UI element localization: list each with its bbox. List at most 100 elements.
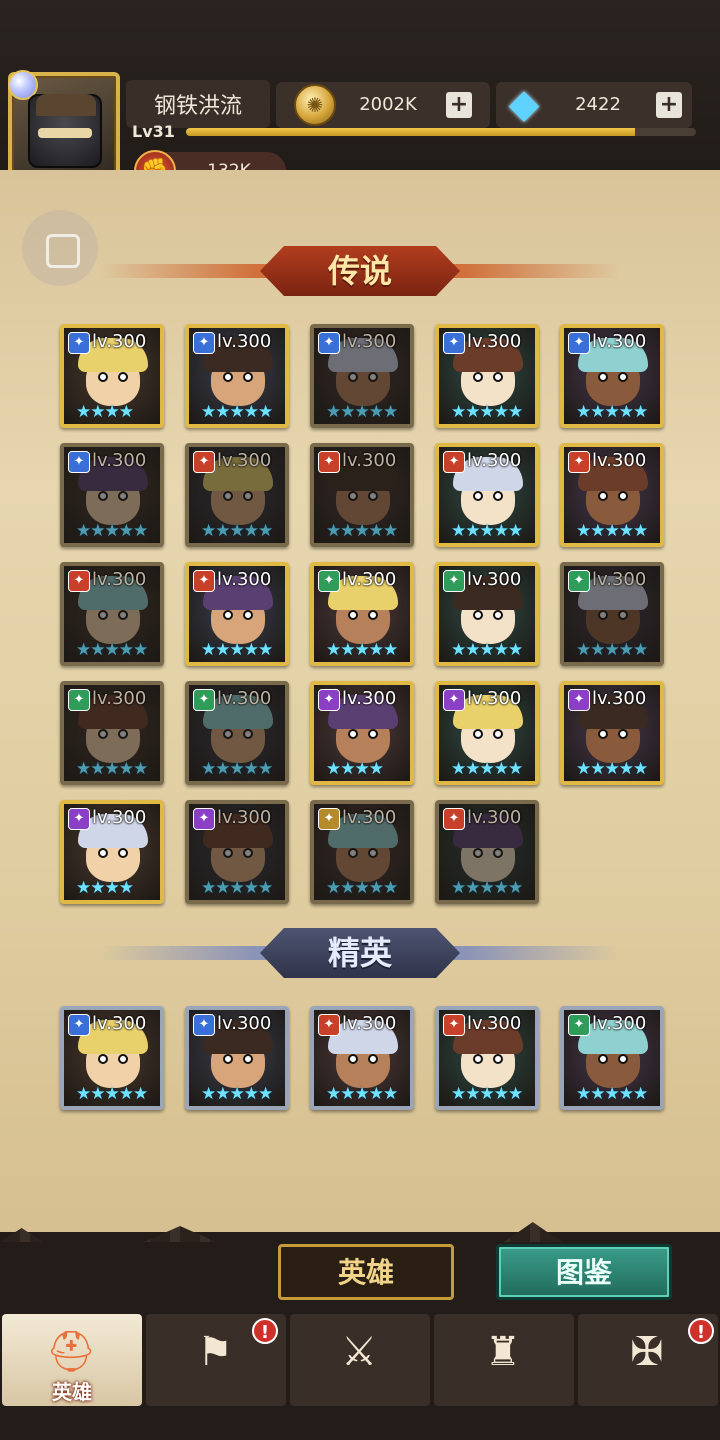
- nav-castle[interactable]: ♜: [434, 1314, 574, 1406]
- hero-stars: ★★★★★: [326, 402, 398, 422]
- hero-eye: [618, 1054, 628, 1064]
- hero-eye: [473, 729, 483, 739]
- hero-level: lv.300: [467, 331, 522, 352]
- hero-card[interactable]: ✦ lv.300 ★★★★★: [435, 1006, 539, 1110]
- hero-stars: ★★★★★: [76, 521, 148, 541]
- hero-stars: ★★★★★: [576, 640, 648, 660]
- guild-emblem-icon: ✠: [630, 1329, 664, 1375]
- hero-stars: ★★★★★: [201, 402, 273, 422]
- hero-eye: [118, 372, 128, 382]
- hero-card[interactable]: ✦ lv.300 ★★★★★: [310, 800, 414, 904]
- hero-stars: ★★★★★: [326, 1084, 398, 1104]
- hero-eye: [118, 1054, 128, 1064]
- hero-stars: ★★★★★: [451, 759, 523, 779]
- nav-expedition[interactable]: ⚑ !: [146, 1314, 286, 1406]
- flag-icon: ⚑: [197, 1329, 233, 1375]
- hero-class-icon: ✦: [568, 1014, 590, 1036]
- hero-stars: ★★★★: [326, 759, 384, 779]
- hero-class-icon: ✦: [318, 808, 340, 830]
- hero-class-icon: ✦: [443, 332, 465, 354]
- hero-level: lv.300: [217, 569, 272, 590]
- hero-card[interactable]: ✦ lv.300 ★★★★★: [60, 1006, 164, 1110]
- hero-card[interactable]: ✦ lv.300 ★★★★★: [185, 562, 289, 666]
- hero-level: lv.300: [467, 569, 522, 590]
- hero-eye: [368, 610, 378, 620]
- hero-eye: [348, 729, 358, 739]
- hero-card[interactable]: ✦ lv.300 ★★★★★: [435, 562, 539, 666]
- hero-class-icon: ✦: [68, 1014, 90, 1036]
- hero-stars: ★★★★★: [201, 1084, 273, 1104]
- alert-badge-icon: !: [252, 1318, 278, 1344]
- nav-battle[interactable]: ⚔: [290, 1314, 430, 1406]
- hero-level: lv.300: [592, 569, 647, 590]
- hero-eye: [223, 610, 233, 620]
- hero-eye: [243, 1054, 253, 1064]
- hero-stars: ★★★★: [76, 402, 134, 422]
- hero-card[interactable]: ✦ lv.300 ★★★★★: [185, 800, 289, 904]
- hero-card[interactable]: ✦ lv.300 ★★★★★: [560, 681, 664, 785]
- castle-icon: ♜: [485, 1329, 521, 1375]
- xp-fill: [186, 128, 635, 136]
- player-level: Lv31: [132, 122, 175, 141]
- hero-card[interactable]: ✦ lv.300 ★★★★★: [310, 562, 414, 666]
- hero-card[interactable]: ✦ lv.300 ★★★★★: [435, 800, 539, 904]
- hero-level: lv.300: [467, 450, 522, 471]
- hero-level: lv.300: [342, 688, 397, 709]
- add-gold-button[interactable]: +: [446, 92, 472, 118]
- hero-card[interactable]: ✦ lv.300 ★★★★★: [560, 443, 664, 547]
- hero-card[interactable]: ✦ lv.300 ★★★★★: [560, 1006, 664, 1110]
- hero-card[interactable]: ✦ lv.300 ★★★★: [310, 681, 414, 785]
- hero-eye: [368, 729, 378, 739]
- hero-stars: ★★★★★: [326, 521, 398, 541]
- xp-bar: [186, 128, 696, 136]
- hero-class-icon: ✦: [568, 689, 590, 711]
- hero-eye: [473, 372, 483, 382]
- legend-section-header: 传说: [100, 244, 620, 300]
- nav-heroes-label: 英雄: [52, 1380, 92, 1404]
- hero-class-icon: ✦: [193, 570, 215, 592]
- hero-class-icon: ✦: [68, 451, 90, 473]
- hero-class-icon: ✦: [193, 451, 215, 473]
- hero-class-icon: ✦: [68, 808, 90, 830]
- hero-card[interactable]: ✦ lv.300 ★★★★★: [560, 324, 664, 428]
- hero-card[interactable]: ✦ lv.300 ★★★★★: [185, 324, 289, 428]
- hero-card[interactable]: ✦ lv.300 ★★★★★: [310, 1006, 414, 1110]
- hero-card[interactable]: ✦ lv.300 ★★★★: [60, 324, 164, 428]
- hero-class-icon: ✦: [443, 1014, 465, 1036]
- hero-card[interactable]: ✦ lv.300 ★★★★★: [185, 443, 289, 547]
- hero-card[interactable]: ✦ lv.300 ★★★★★: [60, 562, 164, 666]
- hero-card[interactable]: ✦ lv.300 ★★★★★: [435, 681, 539, 785]
- hero-class-icon: ✦: [443, 808, 465, 830]
- hero-level: lv.300: [92, 569, 147, 590]
- nav-guild[interactable]: ✠ !: [578, 1314, 718, 1406]
- hero-card[interactable]: ✦ lv.300 ★★★★★: [185, 1006, 289, 1110]
- hero-level: lv.300: [467, 807, 522, 828]
- hero-card[interactable]: ✦ lv.300 ★★★★★: [60, 443, 164, 547]
- hero-card[interactable]: ✦ lv.300 ★★★★: [60, 800, 164, 904]
- hero-class-icon: ✦: [193, 808, 215, 830]
- gem-value: 2422: [575, 94, 621, 115]
- hero-stars: ★★★★★: [326, 878, 398, 898]
- hero-eye: [348, 610, 358, 620]
- hero-stars: ★★★★★: [326, 640, 398, 660]
- hero-class-icon: ✦: [318, 570, 340, 592]
- hero-card[interactable]: ✦ lv.300 ★★★★★: [435, 443, 539, 547]
- nav-heroes[interactable]: ⛑ 英雄: [2, 1314, 142, 1406]
- hero-card[interactable]: ✦ lv.300 ★★★★★: [185, 681, 289, 785]
- add-gem-button[interactable]: +: [656, 92, 682, 118]
- hero-card[interactable]: ✦ lv.300 ★★★★★: [310, 324, 414, 428]
- hero-card[interactable]: ✦ lv.300 ★★★★★: [60, 681, 164, 785]
- hero-class-icon: ✦: [443, 451, 465, 473]
- hero-level: lv.300: [342, 331, 397, 352]
- hero-card[interactable]: ✦ lv.300 ★★★★★: [560, 562, 664, 666]
- hero-card[interactable]: ✦ lv.300 ★★★★★: [435, 324, 539, 428]
- hero-stars: ★★★★: [76, 878, 134, 898]
- hero-card[interactable]: ✦ lv.300 ★★★★★: [310, 443, 414, 547]
- tab-codex[interactable]: 图鉴: [496, 1244, 672, 1300]
- tab-heroes[interactable]: 英雄: [278, 1244, 454, 1300]
- floating-menu-button[interactable]: [22, 210, 98, 286]
- hero-eye: [493, 729, 503, 739]
- hero-level: lv.300: [92, 688, 147, 709]
- hero-stars: ★★★★★: [76, 759, 148, 779]
- hero-eye: [473, 1054, 483, 1064]
